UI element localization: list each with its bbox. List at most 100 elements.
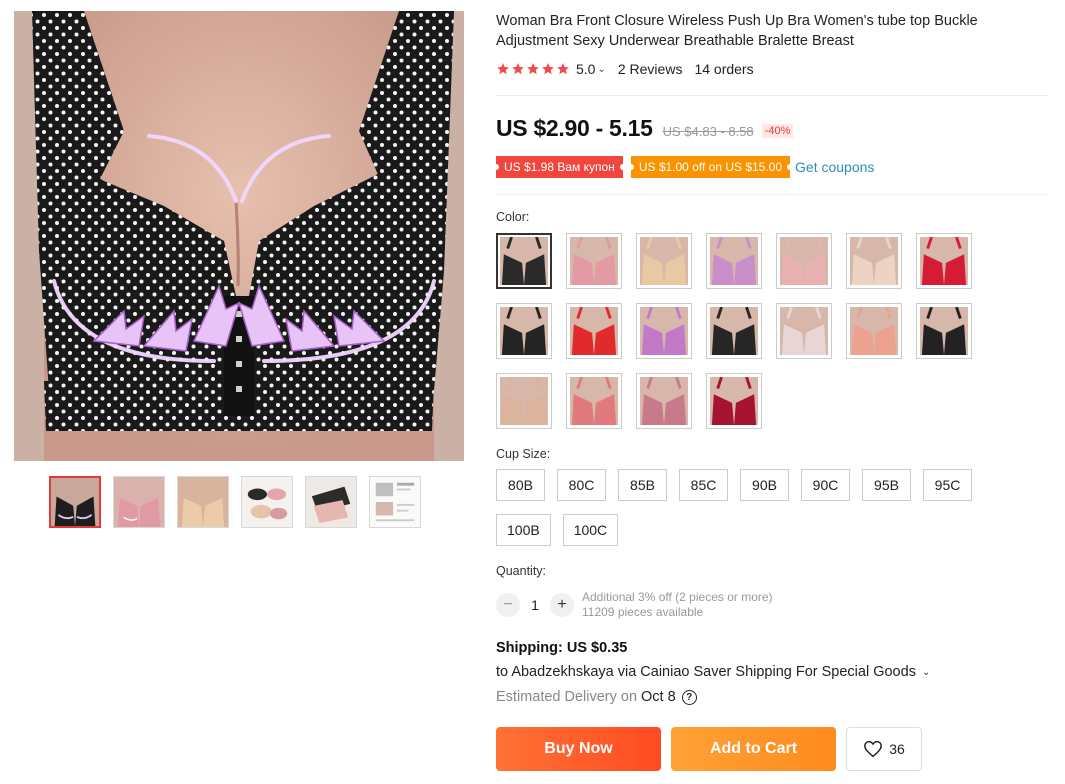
decrease-quantity-button[interactable]: − [496,593,520,617]
wishlist-button[interactable]: 36 [846,727,922,771]
color-swatch-rose[interactable] [636,373,692,429]
price-row: US $2.90 - 5.15 US $4.83 - 8.58 -40% [496,115,794,142]
discount-badge: -40% [761,124,794,138]
color-swatch-red[interactable] [916,233,972,289]
chevron-down-icon[interactable]: ⌄ [597,64,605,75]
cup-size-option[interactable]: 90B [740,469,789,501]
swatch-image [570,307,618,355]
swatch-image [570,237,618,285]
color-swatch-black-2[interactable] [496,303,552,359]
chevron-down-icon[interactable]: ⌄ [922,667,930,678]
stock-available: 11209 pieces available [582,605,704,619]
coupons-row: US $1.98 Вам купон US $1.00 off on US $1… [493,156,874,178]
buy-now-button[interactable]: Buy Now [496,727,661,771]
swatch-image [500,237,548,285]
quantity-label: Quantity: [496,564,547,578]
color-swatches [496,233,986,429]
thumbnail-set-multi[interactable] [241,476,293,528]
color-swatch-beige[interactable] [846,233,902,289]
delivery-date: Oct 8 [641,689,676,705]
rating-row: 5.0 ⌄ 2 Reviews 14 orders [496,61,754,77]
estimated-delivery: Estimated Delivery on Oct 8 ? [496,689,697,705]
main-product-image[interactable] [14,11,464,461]
color-swatch-black-4[interactable] [916,303,972,359]
color-swatch-pink[interactable] [566,233,622,289]
swatch-image [570,377,618,425]
color-swatch-red-2[interactable] [566,303,622,359]
wishlist-count: 36 [889,741,905,757]
swatch-image [710,307,758,355]
add-to-cart-button[interactable]: Add to Cart [671,727,836,771]
swatch-image [500,307,548,355]
cup-size-option[interactable]: 100C [562,514,619,546]
cup-size-option[interactable]: 80B [496,469,545,501]
delivery-label: Estimated Delivery on [496,689,638,705]
thumbnail-strip [49,476,421,528]
reviews-link[interactable]: 2 Reviews [618,61,683,77]
get-coupons-link[interactable]: Get coupons [795,159,874,175]
cup-size-option[interactable]: 95C [923,469,972,501]
increase-quantity-button[interactable]: + [550,593,574,617]
cup-size-option[interactable]: 85B [618,469,667,501]
color-swatch-black-3[interactable] [706,303,762,359]
color-swatch-black[interactable] [496,233,552,289]
swatch-image [710,377,758,425]
bulk-discount-note: Additional 3% off (2 pieces or more) [582,590,773,604]
coupon-store[interactable]: US $1.98 Вам купон [493,156,626,178]
color-swatch-skin[interactable] [496,373,552,429]
shipping-method-text: to Abadzekhskaya via Cainiao Saver Shipp… [496,664,916,680]
star-icon [497,63,509,75]
coupon-select[interactable]: US $1.00 off on US $15.00 [627,156,794,178]
color-swatch-white-pink[interactable] [776,303,832,359]
product-title: Woman Bra Front Closure Wireless Push Up… [496,13,978,49]
color-label: Color: [496,210,530,224]
cup-size-option[interactable]: 90C [801,469,850,501]
swatch-image [780,307,828,355]
thumbnail-info-sheet[interactable] [369,476,421,528]
original-price: US $4.83 - 8.58 [662,124,754,139]
swatch-image [710,237,758,285]
swatch-image [780,237,828,285]
help-icon[interactable]: ? [681,689,697,705]
orders-count: 14 orders [694,61,754,77]
cup-size-option[interactable]: 100B [496,514,551,546]
swatch-image [500,377,548,425]
star-icon [542,63,554,75]
divider [496,194,1048,195]
current-price: US $2.90 - 5.15 [496,115,653,141]
color-swatch-salmon[interactable] [846,303,902,359]
cup-size-options: 80B 80C 85B 85C 90B 90C 95B 95C 100B 100C [496,469,986,546]
color-swatch-purple[interactable] [706,233,762,289]
thumbnail-set-black-pink[interactable] [305,476,357,528]
thumbnail-pink[interactable] [113,476,165,528]
star-icon [527,63,539,75]
color-swatch-light-pink[interactable] [776,233,832,289]
swatch-image [640,237,688,285]
swatch-image [920,237,968,285]
swatch-image [850,237,898,285]
swatch-image [920,307,968,355]
quantity-value[interactable]: 1 [520,597,550,613]
cup-size-option[interactable]: 80C [557,469,606,501]
quantity-stepper: − 1 + Additional 3% off (2 pieces or mor… [496,590,773,620]
product-photo [14,11,464,461]
cup-size-label: Cup Size: [496,447,551,461]
star-icon [512,63,524,75]
color-swatch-nude[interactable] [636,233,692,289]
color-swatch-violet[interactable] [636,303,692,359]
divider [496,95,1048,96]
rating-value[interactable]: 5.0 [576,61,595,77]
star-icon [557,63,569,75]
shipping-method[interactable]: to Abadzekhskaya via Cainiao Saver Shipp… [496,664,930,680]
color-swatch-wine[interactable] [706,373,762,429]
thumbnail-black-polka-dot[interactable] [49,476,101,528]
cup-size-option[interactable]: 85C [679,469,728,501]
swatch-image [640,307,688,355]
cup-size-option[interactable]: 95B [862,469,911,501]
shipping-price: Shipping: US $0.35 [496,640,628,656]
thumbnail-nude[interactable] [177,476,229,528]
color-swatch-coral[interactable] [566,373,622,429]
rating-stars [496,62,570,76]
swatch-image [850,307,898,355]
heart-icon [864,740,883,758]
